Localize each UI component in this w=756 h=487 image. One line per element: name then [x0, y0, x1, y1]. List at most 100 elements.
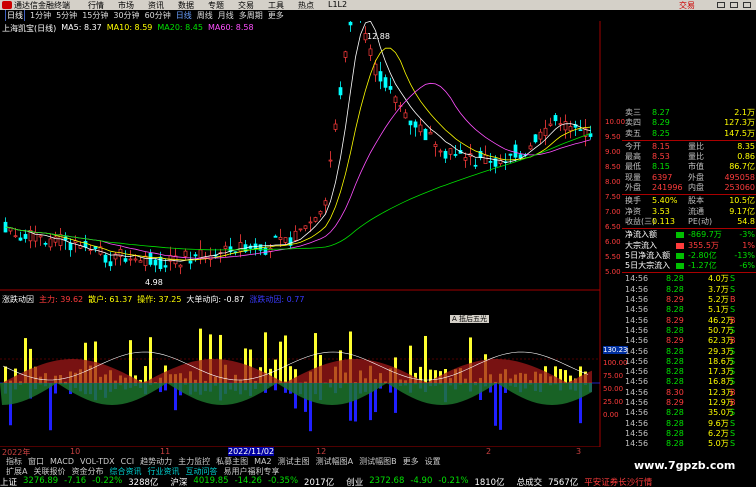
period-week[interactable]: 周线	[197, 10, 213, 21]
candle-body	[378, 71, 383, 82]
menu-market2[interactable]: 市场	[118, 0, 134, 10]
total-value: 7567亿	[548, 477, 579, 487]
extension-tab[interactable]: 关联报价	[33, 466, 65, 476]
indicator-tab[interactable]: 测试幅图B	[359, 457, 397, 466]
candle-body	[68, 242, 73, 251]
period-1min[interactable]: 1分钟	[30, 10, 51, 21]
candle-body	[198, 249, 203, 259]
menu-hot[interactable]: 热点	[298, 0, 314, 10]
period-more[interactable]: 更多	[268, 10, 284, 21]
menu-tools[interactable]: 工具	[268, 0, 284, 10]
indicator-tab[interactable]: 主力监控	[178, 457, 210, 466]
period-current[interactable]: 日线	[5, 10, 25, 21]
trade-button[interactable]: 交易	[679, 0, 695, 10]
stat-label: 外盘	[625, 183, 641, 193]
ma5-label: MA5: 8.37	[61, 23, 102, 32]
tick-time: 14:56	[625, 387, 649, 397]
tick-price: 8.28	[666, 439, 684, 449]
candle-body	[558, 123, 563, 125]
stat-row: 最高 8.53 量比 0.86	[622, 152, 756, 162]
ask-label: 卖五	[625, 128, 641, 138]
menu-trade[interactable]: 交易	[238, 0, 254, 10]
indicator-tab[interactable]: 私募主图	[216, 457, 248, 466]
stat-value: 6397	[652, 172, 673, 182]
tick-price: 8.28	[666, 356, 684, 366]
fund-value2: 54.8	[737, 216, 755, 226]
quote-divider	[622, 139, 756, 141]
indicator-tab[interactable]: CCI	[121, 457, 135, 466]
menu-news[interactable]: 资讯	[148, 0, 164, 10]
indicator-tab[interactable]: 指标	[6, 457, 22, 466]
extension-tab[interactable]: 互动问答	[185, 466, 217, 476]
candle-body	[578, 129, 583, 132]
stat-value2: 495058	[724, 172, 755, 182]
extension-tab[interactable]: 行业资讯	[147, 466, 179, 476]
main-chart-legend: 上海凯宝(日线) MA5: 8.37 MA10: 8.59 MA20: 8.45…	[2, 23, 259, 34]
index-name: 上证	[0, 477, 18, 487]
fund-value2: 9.17亿	[729, 206, 755, 216]
candle-body	[473, 164, 478, 167]
index-percent: -0.21%	[438, 476, 469, 486]
tick-price: 8.28	[666, 346, 684, 356]
indicator-tab[interactable]: 设置	[425, 457, 441, 466]
menu-market[interactable]: 行情	[88, 0, 104, 10]
ask-label: 卖三	[625, 108, 641, 117]
indicator-tab[interactable]: 趋势动力	[140, 457, 172, 466]
menu-topics[interactable]: 专题	[208, 0, 224, 10]
candlesticks	[3, 21, 593, 275]
tick-time: 14:56	[625, 274, 649, 284]
candle-body	[53, 236, 58, 243]
candle-body	[368, 48, 373, 56]
period-15min[interactable]: 15分钟	[82, 10, 108, 21]
stat-label2: 量比	[688, 152, 704, 162]
index-change: -7.16	[64, 476, 87, 486]
index-amount: 1810亿	[474, 477, 505, 487]
ask-volume: 127.3万	[724, 118, 755, 128]
candle-body	[533, 134, 538, 143]
extension-tab[interactable]: 易用户福利专享	[223, 466, 279, 476]
indicator-tab[interactable]: 窗口	[28, 457, 44, 466]
candle-body	[48, 238, 53, 248]
indicator-axis-label: 25.00	[603, 398, 624, 406]
tick-volume: 5.2万	[708, 295, 729, 305]
fund-row: 净资 3.53 流通 9.17亿	[622, 207, 756, 217]
tick-time: 14:56	[625, 439, 649, 449]
maximize-icon[interactable]	[730, 2, 738, 8]
tick-row: 14:56 8.29 5.2万 B	[622, 295, 756, 305]
extension-tab[interactable]: 资金分布	[71, 466, 103, 476]
flow-bar	[676, 252, 684, 259]
tick-volume: 9.6万	[708, 418, 729, 428]
candle-body	[328, 159, 333, 162]
extension-tab[interactable]: 扩展A	[6, 466, 27, 476]
candle-body	[303, 225, 308, 229]
menu-code[interactable]: L1L2	[328, 0, 347, 10]
tick-price: 8.28	[666, 428, 684, 438]
float-toolbar-button[interactable]: A 抵后五光	[450, 315, 490, 323]
stat-value: 241996	[652, 183, 683, 193]
period-60min[interactable]: 60分钟	[145, 10, 171, 21]
period-30min[interactable]: 30分钟	[113, 10, 139, 21]
close-icon[interactable]	[743, 2, 751, 8]
minimize-icon[interactable]	[717, 2, 725, 8]
menu-data[interactable]: 数据	[178, 0, 194, 10]
candle-body	[158, 256, 163, 269]
period-month[interactable]: 月线	[218, 10, 234, 21]
indicator-tab[interactable]: 更多	[403, 457, 419, 466]
period-5min[interactable]: 5分钟	[56, 10, 77, 21]
tick-time: 14:56	[625, 325, 649, 335]
period-multi[interactable]: 多周期	[239, 10, 263, 21]
extension-tab[interactable]: 综合资讯	[109, 466, 141, 476]
fund-row: 收益(三) 0.113 PE(动) 54.8	[622, 217, 756, 227]
indicator-tab[interactable]: VOL-TDX	[80, 457, 115, 466]
tick-volume: 3.7万	[708, 284, 729, 294]
index-change: -4.90	[410, 476, 433, 486]
indicator-tab[interactable]: 测试幅图A	[316, 457, 353, 466]
ask-volume: 2.1万	[734, 108, 755, 117]
candle-body	[518, 154, 523, 159]
indicator-tab[interactable]: 测试主图	[278, 457, 310, 466]
indicator-tab[interactable]: MACD	[50, 457, 74, 466]
kline-chart[interactable]	[0, 21, 622, 447]
period-day[interactable]: 日线	[176, 10, 192, 21]
stat-label: 最高	[625, 152, 641, 162]
indicator-tab[interactable]: MA2	[254, 457, 271, 466]
